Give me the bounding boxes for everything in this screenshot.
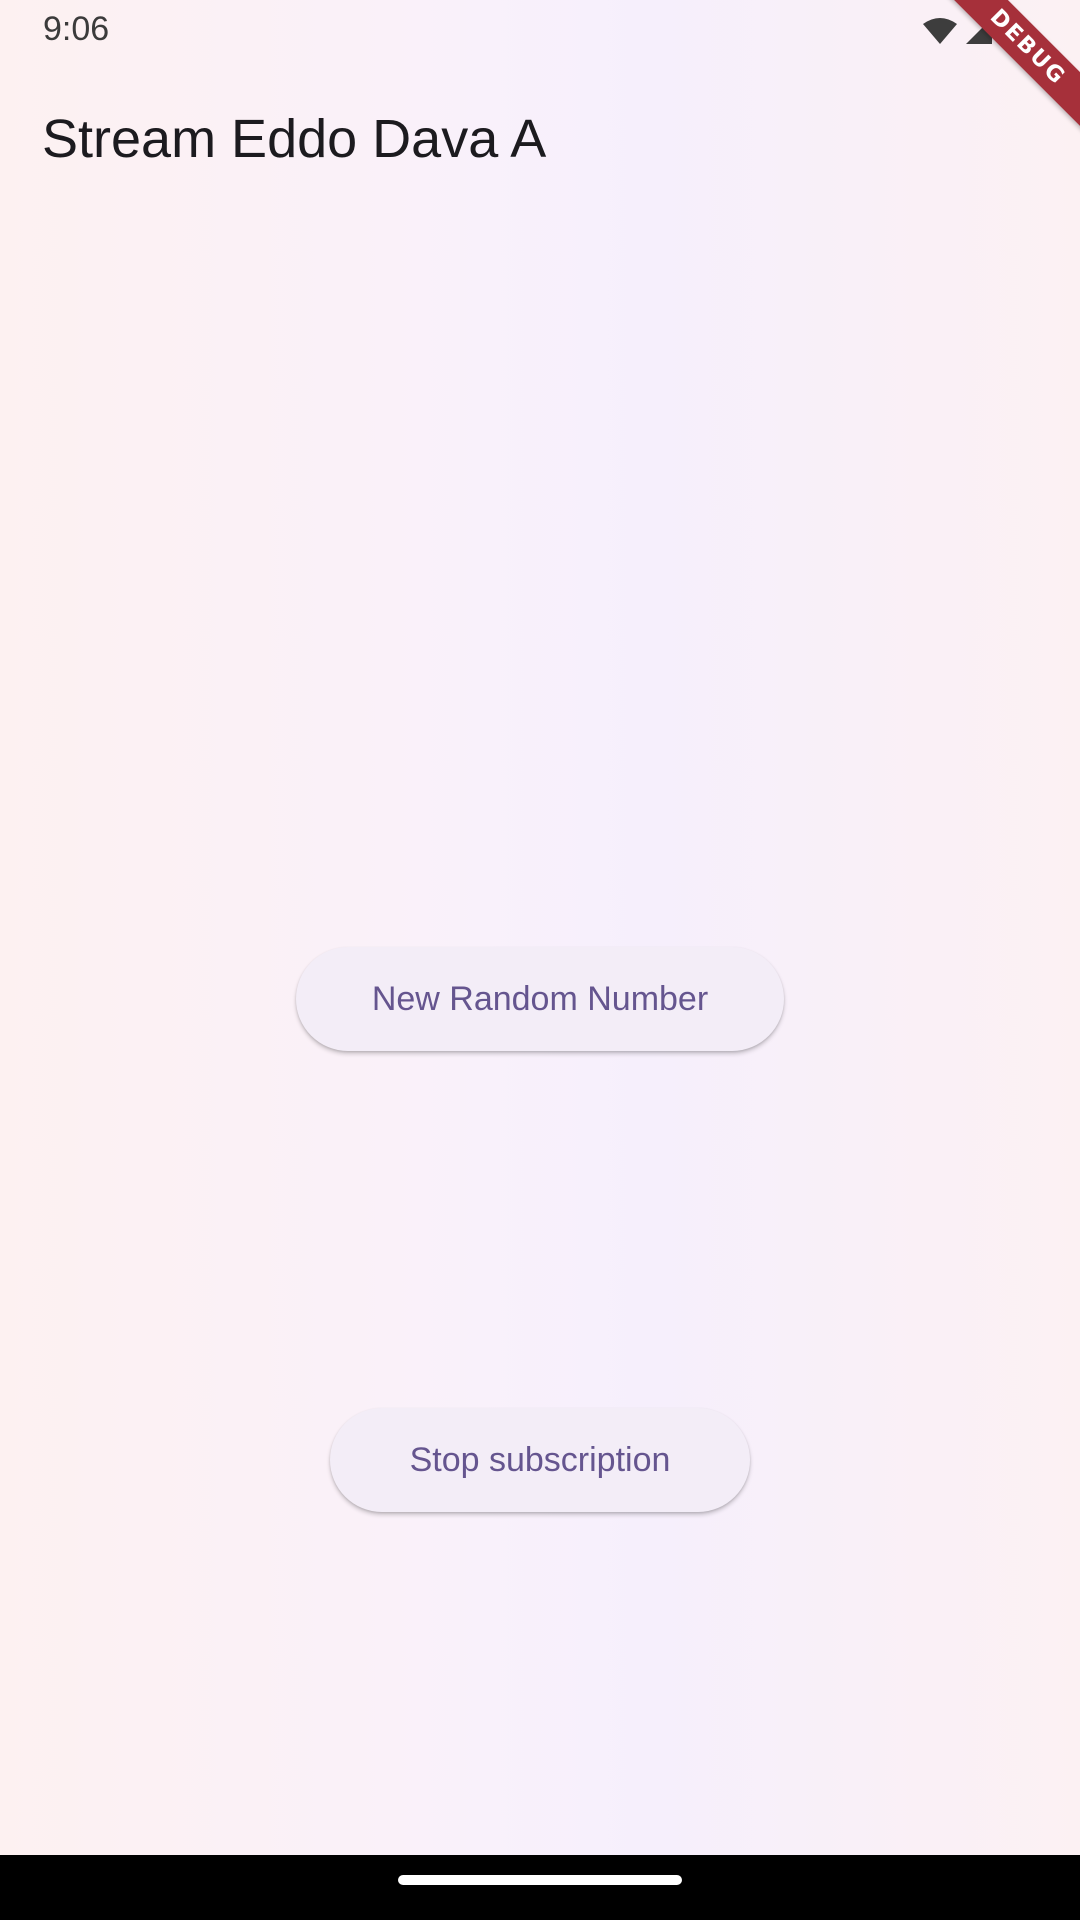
page-title: Stream Eddo Dava A: [42, 109, 547, 169]
status-bar: 9:06: [0, 0, 1080, 62]
home-indicator[interactable]: [398, 1875, 682, 1885]
new-random-number-button[interactable]: New Random Number: [296, 947, 784, 1051]
stop-subscription-button[interactable]: Stop subscription: [330, 1408, 750, 1512]
app-bar: Stream Eddo Dava A: [0, 62, 1080, 202]
wifi-icon: [922, 16, 958, 46]
app-screen: 9:06 DEBUG Stream Eddo Dava A New Random…: [0, 0, 1080, 1855]
status-time: 9:06: [43, 10, 110, 48]
system-navigation-bar: [0, 1855, 1080, 1920]
